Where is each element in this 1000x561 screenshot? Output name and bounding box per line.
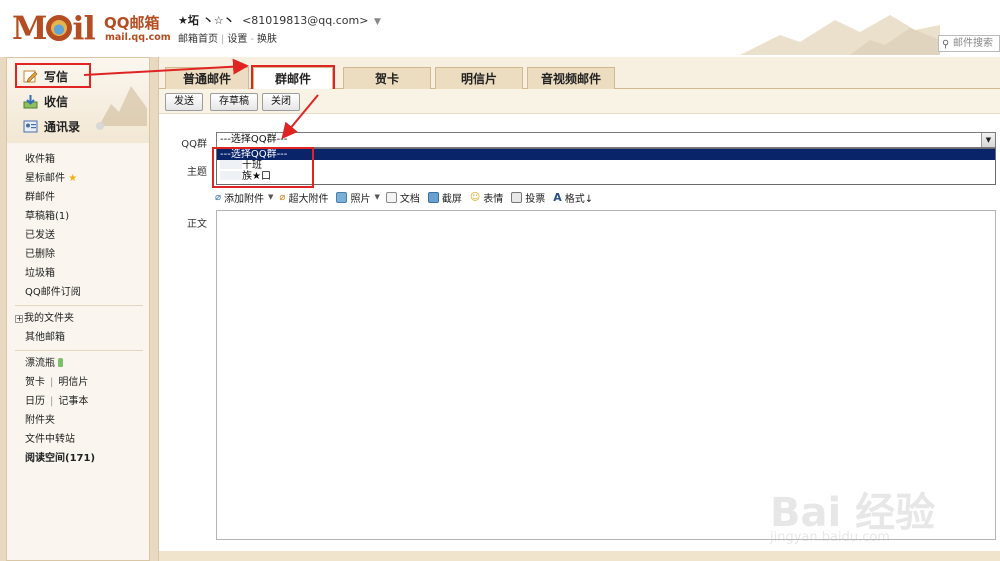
sidebar-item-sent[interactable]: 已发送 bbox=[7, 226, 149, 245]
sidebar-item-group-mail[interactable]: 群邮件 bbox=[7, 188, 149, 207]
font-icon: A bbox=[553, 190, 562, 204]
sidebar-item-other-mailboxes[interactable]: 其他邮箱 bbox=[7, 328, 149, 347]
dropdown-option[interactable]: 十班 bbox=[217, 160, 995, 171]
sidebar: 写信 收信 通讯录 收件箱 星标邮件 ★ 群邮件 草稿箱(1) 已发送 已删除 … bbox=[6, 57, 150, 561]
divider bbox=[15, 305, 143, 306]
scissors-icon bbox=[427, 191, 439, 203]
attachment-toolbar: ⌀ 添加附件 ▼ ⌀ 超大附件 照片 ▼ 文档 截屏 ☺ 表情 投票 A 格式↓ bbox=[215, 190, 995, 205]
expand-icon[interactable]: + bbox=[15, 315, 23, 323]
qq-group-label: QQ群 bbox=[181, 139, 207, 150]
bottle-icon bbox=[58, 358, 63, 367]
save-draft-button[interactable]: 存草稿 bbox=[210, 93, 258, 111]
emoji-button[interactable]: ☺ 表情 bbox=[470, 190, 503, 205]
mountain-decoration bbox=[740, 15, 940, 55]
close-button[interactable]: 关闭 bbox=[262, 93, 300, 111]
sidebar-item-inbox[interactable]: 收件箱 bbox=[7, 150, 149, 169]
sidebar-item-subscriptions[interactable]: QQ邮件订阅 bbox=[7, 283, 149, 302]
sidebar-item-my-folders[interactable]: +我的文件夹 bbox=[7, 309, 149, 328]
vote-icon bbox=[511, 191, 523, 203]
screenshot-button[interactable]: 截屏 bbox=[427, 190, 462, 205]
link-skin[interactable]: 换肤 bbox=[257, 34, 277, 45]
document-button[interactable]: 文档 bbox=[385, 190, 420, 205]
qq-group-dropdown: ---选择QQ群--- 十班 族★口 bbox=[216, 148, 996, 185]
mountain-decoration bbox=[99, 86, 147, 126]
search-input[interactable]: ⚲ 邮件搜索 bbox=[938, 35, 1000, 52]
paperclip-icon: ⌀ bbox=[279, 191, 286, 203]
sidebar-list: 收件箱 星标邮件 ★ 群邮件 草稿箱(1) 已发送 已删除 垃圾箱 QQ邮件订阅… bbox=[7, 150, 149, 468]
sidebar-item-drift-bottle[interactable]: 漂流瓶 bbox=[7, 354, 149, 373]
link-calendar[interactable]: 日历 bbox=[25, 396, 45, 407]
chevron-down-icon[interactable]: ▼ bbox=[374, 17, 381, 27]
vote-button[interactable]: 投票 bbox=[511, 190, 545, 205]
dropdown-highlight bbox=[212, 147, 314, 188]
sidebar-item-calendar: 日历 | 记事本 bbox=[25, 396, 89, 407]
inbox-button[interactable]: 收信 bbox=[23, 91, 68, 111]
photo-icon bbox=[336, 191, 348, 203]
header: Mil QQ邮箱 mail.qq.com ★坧 丶☆丶 <81019813@qq… bbox=[0, 0, 1000, 58]
link-settings[interactable]: 设置 bbox=[227, 34, 247, 45]
chevron-down-icon[interactable]: ▼ bbox=[374, 193, 379, 201]
mail-type-tabs: 普通邮件 群邮件 贺卡 明信片 音视频邮件 bbox=[159, 57, 1000, 93]
dropdown-option[interactable]: 族★口 bbox=[217, 171, 995, 182]
sidebar-item-deleted[interactable]: 已删除 bbox=[7, 245, 149, 264]
status-dot-icon bbox=[96, 122, 105, 130]
sidebar-actions: 写信 收信 通讯录 bbox=[7, 58, 149, 143]
chevron-down-icon[interactable]: ▼ bbox=[268, 193, 273, 201]
tab-normal-mail[interactable]: 普通邮件 bbox=[165, 67, 249, 89]
bottom-strip bbox=[159, 551, 1000, 561]
send-button[interactable]: 发送 bbox=[165, 93, 203, 111]
divider bbox=[15, 350, 143, 351]
sidebar-item-attachments[interactable]: 附件夹 bbox=[7, 411, 149, 430]
smiley-icon: ☺ bbox=[469, 191, 481, 203]
contacts-button[interactable]: 通讯录 bbox=[23, 116, 105, 136]
watermark: Bai 经验 jingyan.baidu.com bbox=[770, 470, 980, 545]
link-postcard[interactable]: 明信片 bbox=[58, 377, 88, 388]
sidebar-item-file-transfer[interactable]: 文件中转站 bbox=[7, 430, 149, 449]
logo-brand: QQ邮箱 bbox=[104, 14, 160, 32]
link-greeting-card[interactable]: 贺卡 bbox=[25, 377, 45, 388]
link-notes[interactable]: 记事本 bbox=[58, 396, 88, 407]
compose-highlight bbox=[15, 63, 91, 88]
qq-group-select[interactable]: ---选择QQ群--- ▼ bbox=[216, 132, 996, 148]
large-attachment-button[interactable]: ⌀ 超大附件 bbox=[279, 190, 328, 205]
paperclip-icon: ⌀ bbox=[215, 191, 222, 203]
sidebar-item-cards: 贺卡 | 明信片 bbox=[25, 377, 89, 388]
compose-toolbar: 发送 存草稿 关闭 bbox=[159, 89, 1000, 114]
search-icon: ⚲ bbox=[942, 39, 950, 50]
chevron-down-icon[interactable]: ▼ bbox=[981, 133, 995, 147]
header-links: 邮箱首页 | 设置 - 换肤 bbox=[178, 34, 277, 45]
body-label: 正文 bbox=[187, 219, 207, 230]
user-email: <81019813@qq.com> bbox=[242, 14, 369, 27]
format-button[interactable]: A 格式↓ bbox=[553, 190, 593, 205]
logo-url: mail.qq.com bbox=[105, 32, 171, 43]
logo-mark: Mil bbox=[12, 9, 96, 47]
photo-button[interactable]: 照片 bbox=[336, 190, 370, 205]
document-icon bbox=[385, 191, 397, 203]
add-attachment-button[interactable]: ⌀ 添加附件 bbox=[215, 190, 264, 205]
link-mail-home[interactable]: 邮箱首页 bbox=[178, 34, 218, 45]
user-name: ★坧 丶☆丶 bbox=[178, 14, 235, 27]
tab-greeting-card[interactable]: 贺卡 bbox=[343, 67, 431, 89]
star-icon: ★ bbox=[68, 173, 78, 184]
subject-label: 主题 bbox=[187, 167, 207, 178]
watermark-url: jingyan.baidu.com bbox=[770, 530, 890, 545]
user-info[interactable]: ★坧 丶☆丶 <81019813@qq.com> ▼ bbox=[178, 12, 381, 28]
sidebar-item-starred[interactable]: 星标邮件 ★ bbox=[7, 169, 149, 188]
sidebar-item-reading[interactable]: 阅读空间(171) bbox=[7, 449, 149, 468]
qqmail-logo[interactable]: Mil QQ邮箱 mail.qq.com bbox=[12, 9, 171, 47]
download-icon bbox=[23, 94, 38, 108]
sidebar-item-drafts[interactable]: 草稿箱(1) bbox=[7, 207, 149, 226]
contacts-icon bbox=[23, 120, 38, 132]
tab-postcard[interactable]: 明信片 bbox=[435, 67, 523, 89]
sidebar-item-spam[interactable]: 垃圾箱 bbox=[7, 264, 149, 283]
tab-av-mail[interactable]: 音视频邮件 bbox=[527, 67, 615, 89]
dropdown-option[interactable]: ---选择QQ群--- bbox=[217, 149, 995, 160]
